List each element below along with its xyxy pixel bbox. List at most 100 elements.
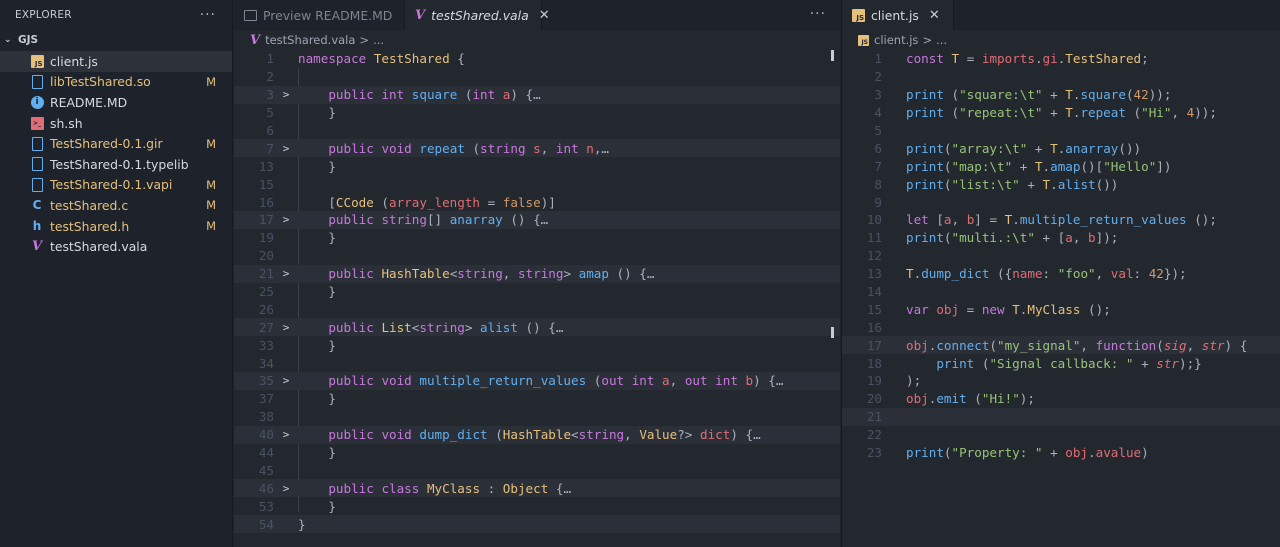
- breadcrumb-file[interactable]: testShared.vala: [265, 33, 355, 47]
- code-line[interactable]: 26: [234, 300, 840, 318]
- file-item[interactable]: h testShared.h M: [0, 216, 232, 237]
- tab-client-js[interactable]: JS client.js ✕: [842, 0, 954, 30]
- code-line[interactable]: 1 namespace TestShared {: [234, 50, 840, 68]
- code-line[interactable]: 54}: [234, 515, 840, 534]
- code-line[interactable]: 3 print ("square:\t" + T.square(42));: [842, 86, 1280, 104]
- file-name: TestShared-0.1.typelib: [50, 156, 189, 172]
- fold-chevron-icon[interactable]: >: [274, 321, 298, 334]
- code-line[interactable]: 25 }: [234, 283, 840, 301]
- git-status-badge: M: [206, 177, 216, 192]
- file-item[interactable]: JS client.js: [0, 51, 232, 72]
- code-editor-right[interactable]: 1 const T = imports.gi.TestShared; 2 3 print…: [842, 50, 1280, 461]
- tab-testshared-vala[interactable]: V testShared.vala ✕: [405, 0, 550, 30]
- code-line[interactable]: 21 > public HashTable<string, string> ama…: [234, 264, 840, 283]
- code-token: class: [381, 480, 420, 496]
- code-line[interactable]: 3 > public int square (int a) {…: [234, 85, 840, 104]
- code-line[interactable]: 5 }: [234, 104, 840, 122]
- code-line[interactable]: 17 > public string[] anarray () {…: [234, 211, 840, 229]
- code-line[interactable]: 22: [842, 426, 1280, 444]
- code-line[interactable]: 20 obj.emit ("Hi!");: [842, 390, 1280, 408]
- code-line[interactable]: 12: [842, 247, 1280, 265]
- code-line[interactable]: 19 }: [234, 229, 840, 247]
- tab-preview-readme[interactable]: Preview README.MD: [234, 0, 405, 30]
- code-line[interactable]: 45: [234, 461, 840, 479]
- code-line[interactable]: 53 }: [234, 497, 840, 515]
- code-token: =: [480, 194, 503, 210]
- close-icon[interactable]: ✕: [539, 8, 550, 23]
- breadcrumb: V testShared.vala > ...: [234, 30, 840, 50]
- code-line[interactable]: 35 > public void multiple_return_values (…: [234, 372, 840, 390]
- file-item[interactable]: CtestShared.c M: [0, 195, 232, 216]
- file-item[interactable]: TestShared-0.1.typelib: [0, 154, 232, 175]
- code-line[interactable]: 37 }: [234, 390, 840, 408]
- code-line[interactable]: 40 > public void dump_dict (HashTable<str…: [234, 425, 840, 444]
- fold-chevron-icon[interactable]: >: [274, 142, 298, 155]
- js-file-icon: JS: [858, 34, 869, 46]
- code-line[interactable]: 14: [842, 283, 1280, 301]
- code-line[interactable]: 33 }: [234, 336, 840, 354]
- breadcrumb-symbols[interactable]: ...: [373, 33, 384, 47]
- code-line[interactable]: 16 [CCode (array_length = false)]: [234, 193, 840, 211]
- line-number: 19: [866, 373, 882, 389]
- editor-more-button[interactable]: ···: [810, 6, 826, 22]
- code-line[interactable]: 6 print("array:\t" + T.anarray()): [842, 139, 1280, 157]
- code-line[interactable]: 9: [842, 193, 1280, 211]
- code-line[interactable]: 7 > public void repeat (string s, int n,…: [234, 139, 840, 158]
- code-line[interactable]: 19);: [842, 372, 1280, 390]
- close-icon[interactable]: ✕: [929, 8, 940, 23]
- code-line[interactable]: 11 print("multi.:\t" + [a, b]);: [842, 229, 1280, 247]
- line-number: 54: [258, 516, 274, 532]
- fold-chevron-icon[interactable]: >: [274, 88, 298, 101]
- file-name: libTestShared.so: [50, 74, 151, 90]
- code-line[interactable]: 6: [234, 122, 840, 140]
- code-line[interactable]: 13 }: [234, 157, 840, 175]
- breadcrumb-file[interactable]: client.js: [874, 33, 918, 47]
- file-item[interactable]: libTestShared.so M: [0, 72, 232, 93]
- code-line[interactable]: 15: [234, 175, 840, 193]
- explorer-more-button[interactable]: ···: [200, 7, 216, 23]
- code-line[interactable]: 44 }: [234, 444, 840, 462]
- code-line[interactable]: 27 > public List<string> alist () {…: [234, 318, 840, 337]
- scrollbar-marker[interactable]: [831, 50, 834, 61]
- file-item[interactable]: TestShared-0.1.vapi M: [0, 175, 232, 196]
- code-line[interactable]: 4 print ("repeat:\t" + T.repeat ("Hi", 4)…: [842, 104, 1280, 122]
- file-item[interactable]: TestShared-0.1.gir M: [0, 133, 232, 154]
- code-token: int: [631, 373, 655, 389]
- breadcrumb-symbols[interactable]: ...: [936, 33, 947, 47]
- code-line[interactable]: 34: [234, 354, 840, 372]
- fold-chevron-icon[interactable]: >: [274, 428, 298, 441]
- fold-chevron-icon[interactable]: >: [274, 374, 298, 387]
- code-line[interactable]: 2: [234, 68, 840, 86]
- code-line[interactable]: 10 let [a, b] = T.multiple_return_values …: [842, 211, 1280, 229]
- code-line[interactable]: 13 T.dump_dict ({name: "foo", val: 42});: [842, 265, 1280, 283]
- code-token: string: [419, 319, 465, 335]
- code-line[interactable]: 20: [234, 247, 840, 265]
- code-token: public: [328, 266, 374, 282]
- code-line[interactable]: 23 print("Property: " + obj.avalue): [842, 444, 1280, 462]
- code-line[interactable]: 18 print ("Signal callback: " + str);}: [842, 354, 1280, 372]
- code-line[interactable]: 2: [842, 68, 1280, 86]
- fold-chevron-icon[interactable]: >: [274, 482, 298, 495]
- code-line[interactable]: 7 print("map:\t" + T.amap()["Hello"]): [842, 157, 1280, 175]
- code-line[interactable]: 5: [842, 122, 1280, 140]
- code-line[interactable]: 38: [234, 408, 840, 426]
- code-token: "multi.:\t": [951, 230, 1035, 246]
- code-editor-left[interactable]: 1 namespace TestShared {2 3 > public int sq…: [234, 50, 840, 534]
- folder-gjs[interactable]: ⌄ GJS: [0, 29, 232, 51]
- file-item[interactable]: >_ sh.sh: [0, 113, 232, 134]
- code-line[interactable]: 21: [842, 407, 1280, 426]
- code-line[interactable]: 17 obj.connect("my_signal", function(sig,…: [842, 336, 1280, 355]
- fold-chevron-icon[interactable]: >: [274, 213, 298, 226]
- code-line[interactable]: 15 var obj = new T.MyClass ();: [842, 300, 1280, 318]
- file-item[interactable]: i README.MD: [0, 92, 232, 113]
- scrollbar-marker[interactable]: [831, 327, 834, 338]
- code-token: n: [586, 140, 594, 156]
- code-line[interactable]: 8 print("list:\t" + T.alist()): [842, 175, 1280, 193]
- code-line[interactable]: 46 > public class MyClass : Object {…: [234, 479, 840, 498]
- fold-chevron-icon[interactable]: >: [274, 267, 298, 280]
- code-line[interactable]: 1 const T = imports.gi.TestShared;: [842, 50, 1280, 68]
- code-line[interactable]: 16: [842, 318, 1280, 336]
- file-item[interactable]: VtestShared.vala: [0, 236, 232, 257]
- code-token: {…: [548, 480, 572, 496]
- code-token: ) {: [1224, 337, 1248, 353]
